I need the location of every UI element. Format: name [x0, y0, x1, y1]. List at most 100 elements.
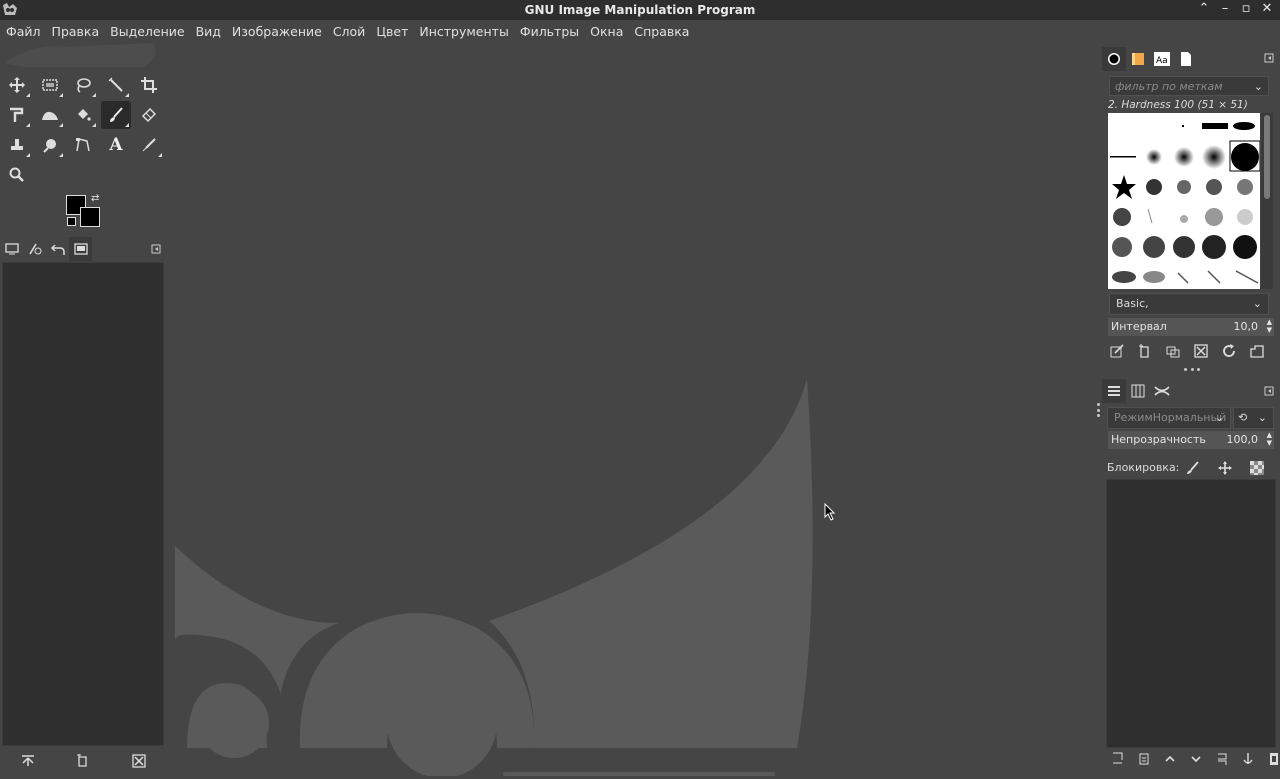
tab-fonts[interactable]: Aa	[1150, 47, 1174, 71]
layers-list[interactable]	[1106, 479, 1276, 748]
edit-brush-button[interactable]	[1106, 340, 1128, 362]
tool-lasso[interactable]	[68, 71, 98, 99]
menu-layer[interactable]: Слой	[333, 24, 366, 39]
tool-fuzzy-select[interactable]	[101, 71, 131, 99]
brush-preset-value: Basic,	[1116, 297, 1149, 310]
menu-filters[interactable]: Фильтры	[520, 24, 579, 39]
raise-view-button[interactable]	[17, 750, 39, 772]
refresh-icon	[1223, 344, 1235, 357]
layers-dock-menu-button[interactable]	[1264, 385, 1274, 399]
chevron-up-icon[interactable]: ⌃	[1197, 1, 1211, 16]
tool-move[interactable]	[2, 71, 32, 99]
opacity-label: Непрозрачность	[1111, 433, 1206, 446]
tab-channels[interactable]	[1126, 379, 1150, 403]
menu-help[interactable]: Справка	[634, 24, 689, 39]
new-layer-group-button[interactable]	[1108, 748, 1128, 770]
new-layer-icon	[1139, 753, 1149, 765]
lock-position-button[interactable]	[1214, 457, 1236, 479]
mask-layer-button[interactable]	[1264, 748, 1280, 770]
images-panel-buttons	[0, 747, 167, 775]
brush-tag-filter[interactable]: фильтр по меткам ⌄	[1109, 76, 1269, 96]
tab-paths[interactable]	[1150, 379, 1174, 403]
menu-edit[interactable]: Правка	[52, 24, 100, 39]
opacity-spinner[interactable]: Непрозрачность 100,0 ▲ ▼	[1108, 431, 1274, 449]
delete-brush-button[interactable]	[1190, 340, 1212, 362]
dock-separator-handle[interactable]	[1184, 367, 1200, 371]
raise-layer-button[interactable]	[1160, 748, 1180, 770]
tool-transform[interactable]	[2, 101, 32, 129]
right-pane-handle[interactable]	[1096, 403, 1100, 417]
tool-color-picker[interactable]	[134, 131, 164, 159]
clone-icon	[11, 139, 23, 150]
tab-undo-history[interactable]	[46, 237, 69, 261]
new-display-button[interactable]	[72, 750, 94, 772]
spinner-arrows-icon[interactable]: ▲ ▼	[1267, 318, 1272, 334]
background-color-swatch[interactable]	[80, 207, 100, 227]
brush-spacing-spinner[interactable]: Интервал 10,0 ▲ ▼	[1108, 318, 1274, 336]
lock-alpha-button[interactable]	[1246, 457, 1268, 479]
reset-colors-icon[interactable]	[67, 217, 76, 226]
tool-text[interactable]: A	[101, 131, 131, 159]
tool-clone[interactable]	[2, 131, 32, 159]
menu-select[interactable]: Выделение	[110, 24, 184, 39]
tool-zoom[interactable]	[2, 161, 32, 189]
move-icon	[1218, 461, 1232, 475]
tool-smudge[interactable]	[35, 131, 65, 159]
tool-paintbrush[interactable]	[101, 101, 131, 129]
duplicate-brush-button[interactable]	[1162, 340, 1184, 362]
open-brush-button[interactable]	[1246, 340, 1268, 362]
wilber-background-logo	[175, 379, 813, 778]
brush-preset-select[interactable]: Basic, ⌄	[1109, 293, 1269, 315]
tool-paths[interactable]	[68, 131, 98, 159]
tool-bucket-fill[interactable]	[68, 101, 98, 129]
images-panel	[2, 262, 164, 746]
tab-images[interactable]	[69, 237, 92, 261]
refresh-brushes-button[interactable]	[1218, 340, 1240, 362]
tool-eraser[interactable]	[134, 101, 164, 129]
images-icon	[73, 243, 88, 255]
minimize-button[interactable]: –	[1218, 1, 1232, 16]
tab-patterns[interactable]	[1126, 47, 1150, 71]
anchor-layer-button[interactable]	[1238, 748, 1258, 770]
tab-device-status[interactable]	[23, 237, 46, 261]
menu-file[interactable]: Файл	[6, 24, 41, 39]
tool-crop[interactable]	[134, 71, 164, 99]
brush-grid-scrollbar[interactable]	[1261, 113, 1273, 289]
swap-colors-icon[interactable]: ⇄	[91, 193, 99, 204]
tab-layers[interactable]	[1102, 379, 1126, 403]
crop-icon	[141, 77, 157, 93]
new-icon	[1139, 344, 1149, 358]
new-layer-button[interactable]	[1134, 748, 1154, 770]
layer-mode-switch[interactable]: ⟲ ⌄	[1233, 407, 1274, 429]
spinner-arrows-icon[interactable]: ▲ ▼	[1267, 431, 1272, 447]
canvas-horizontal-scrollbar[interactable]	[503, 772, 775, 776]
tab-brushes[interactable]	[1102, 47, 1126, 71]
paintbrush-icon	[1187, 461, 1199, 474]
window-title: GNU Image Manipulation Program	[524, 3, 756, 17]
close-button[interactable]: ✕	[1260, 1, 1274, 16]
layer-mode-select[interactable]: РежимНормальный ⌄	[1107, 407, 1231, 429]
menu-image[interactable]: Изображение	[232, 24, 322, 39]
layer-group-icon	[1113, 752, 1123, 764]
tab-documents[interactable]	[1174, 47, 1198, 71]
menu-view[interactable]: Вид	[196, 24, 221, 39]
menu-windows[interactable]: Окна	[590, 24, 623, 39]
empty-canvas-area[interactable]	[167, 43, 1101, 778]
menu-colors[interactable]: Цвет	[376, 24, 408, 39]
duplicate-layer-button[interactable]	[1212, 748, 1232, 770]
maximize-button[interactable]: ▫	[1239, 1, 1253, 16]
tool-rect-select[interactable]	[35, 71, 65, 99]
color-swatches: ⇄	[66, 193, 102, 229]
lower-layer-button[interactable]	[1186, 748, 1206, 770]
anchor-icon	[1243, 753, 1253, 764]
brushes-dock-menu-button[interactable]	[1264, 52, 1274, 66]
edit-icon	[1110, 344, 1124, 358]
tool-warp[interactable]	[35, 101, 65, 129]
tab-tool-options[interactable]	[0, 237, 23, 261]
new-brush-button[interactable]	[1134, 340, 1156, 362]
brush-grid[interactable]	[1108, 113, 1260, 289]
lock-pixels-button[interactable]	[1182, 457, 1204, 479]
dock-menu-button[interactable]	[144, 237, 167, 261]
delete-image-button[interactable]	[128, 750, 150, 772]
menu-tools[interactable]: Инструменты	[419, 24, 508, 39]
